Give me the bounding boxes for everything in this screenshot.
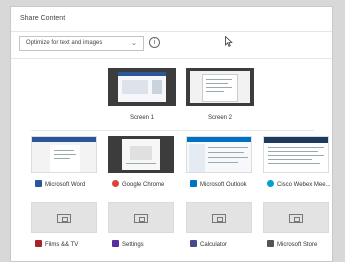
screen-1-thumbnail	[108, 68, 176, 106]
films-tv-icon	[35, 240, 42, 247]
google-chrome-thumbnail	[108, 136, 174, 173]
header-divider	[11, 31, 332, 32]
screen-2-label: Screen 2	[207, 115, 232, 121]
store-icon	[267, 240, 274, 247]
word-icon	[35, 180, 42, 187]
google-chrome-label: Google Chrome	[122, 182, 165, 188]
outlook-icon	[190, 180, 197, 187]
cisco-webex-thumbnail	[263, 136, 329, 173]
google-chrome-caption: Google Chrome	[112, 180, 164, 189]
app-tile-settings[interactable]: Settings	[108, 202, 176, 254]
minimized-window-icon	[212, 213, 226, 223]
microsoft-word-caption: Microsoft Word	[35, 180, 85, 189]
chevron-down-icon: ⌄	[131, 40, 137, 47]
optimize-dropdown-value: Optimize for text and images	[26, 40, 103, 46]
app-tile-google-chrome[interactable]: Google Chrome	[108, 136, 176, 188]
app-tile-microsoft-outlook[interactable]: Microsoft Outlook	[186, 136, 254, 188]
cisco-webex-caption: Cisco Webex Mee...	[267, 180, 331, 189]
share-content-dialog: Share Content Optimize for text and imag…	[10, 6, 333, 262]
films-tv-label: Films && TV	[45, 242, 79, 248]
optimize-dropdown[interactable]: Optimize for text and images ⌄	[19, 36, 144, 51]
dialog-title: Share Content	[20, 15, 66, 22]
chrome-icon	[112, 180, 119, 187]
calculator-caption: Calculator	[190, 240, 227, 249]
films-tv-thumbnail	[31, 202, 97, 233]
settings-caption: Settings	[112, 240, 144, 249]
info-icon[interactable]: i	[149, 37, 160, 48]
microsoft-outlook-thumbnail	[186, 136, 252, 173]
settings-label: Settings	[122, 242, 144, 248]
app-tile-films-tv[interactable]: Films && TV	[31, 202, 99, 254]
mouse-cursor-icon	[225, 36, 233, 47]
screen-2-tile[interactable]: Screen 2	[186, 68, 254, 121]
minimized-window-icon	[57, 213, 71, 223]
app-tile-calculator[interactable]: Calculator	[186, 202, 254, 254]
settings-thumbnail	[108, 202, 174, 233]
calculator-icon	[190, 240, 197, 247]
minimized-window-icon	[134, 213, 148, 223]
microsoft-word-thumbnail	[31, 136, 97, 173]
screen-1-label: Screen 1	[129, 115, 154, 121]
minimized-window-icon	[289, 213, 303, 223]
section-divider	[31, 130, 314, 131]
microsoft-outlook-label: Microsoft Outlook	[200, 182, 247, 188]
toolbar-divider	[11, 58, 332, 59]
screen-2-thumbnail	[186, 68, 254, 106]
films-tv-caption: Films && TV	[35, 240, 78, 249]
microsoft-store-caption: Microsoft Store	[267, 240, 317, 249]
microsoft-store-label: Microsoft Store	[277, 242, 318, 248]
settings-icon	[112, 240, 119, 247]
app-tile-cisco-webex[interactable]: Cisco Webex Mee...	[263, 136, 332, 189]
microsoft-word-label: Microsoft Word	[45, 182, 86, 188]
screen-1-tile[interactable]: Screen 1	[108, 68, 176, 121]
calculator-thumbnail	[186, 202, 252, 233]
app-tile-microsoft-store[interactable]: Microsoft Store	[263, 202, 331, 254]
microsoft-outlook-caption: Microsoft Outlook	[190, 180, 247, 189]
microsoft-store-thumbnail	[263, 202, 329, 233]
cisco-webex-label: Cisco Webex Mee...	[277, 182, 331, 188]
calculator-label: Calculator	[200, 242, 228, 248]
webex-icon	[267, 180, 274, 187]
app-tile-microsoft-word[interactable]: Microsoft Word	[31, 136, 99, 188]
